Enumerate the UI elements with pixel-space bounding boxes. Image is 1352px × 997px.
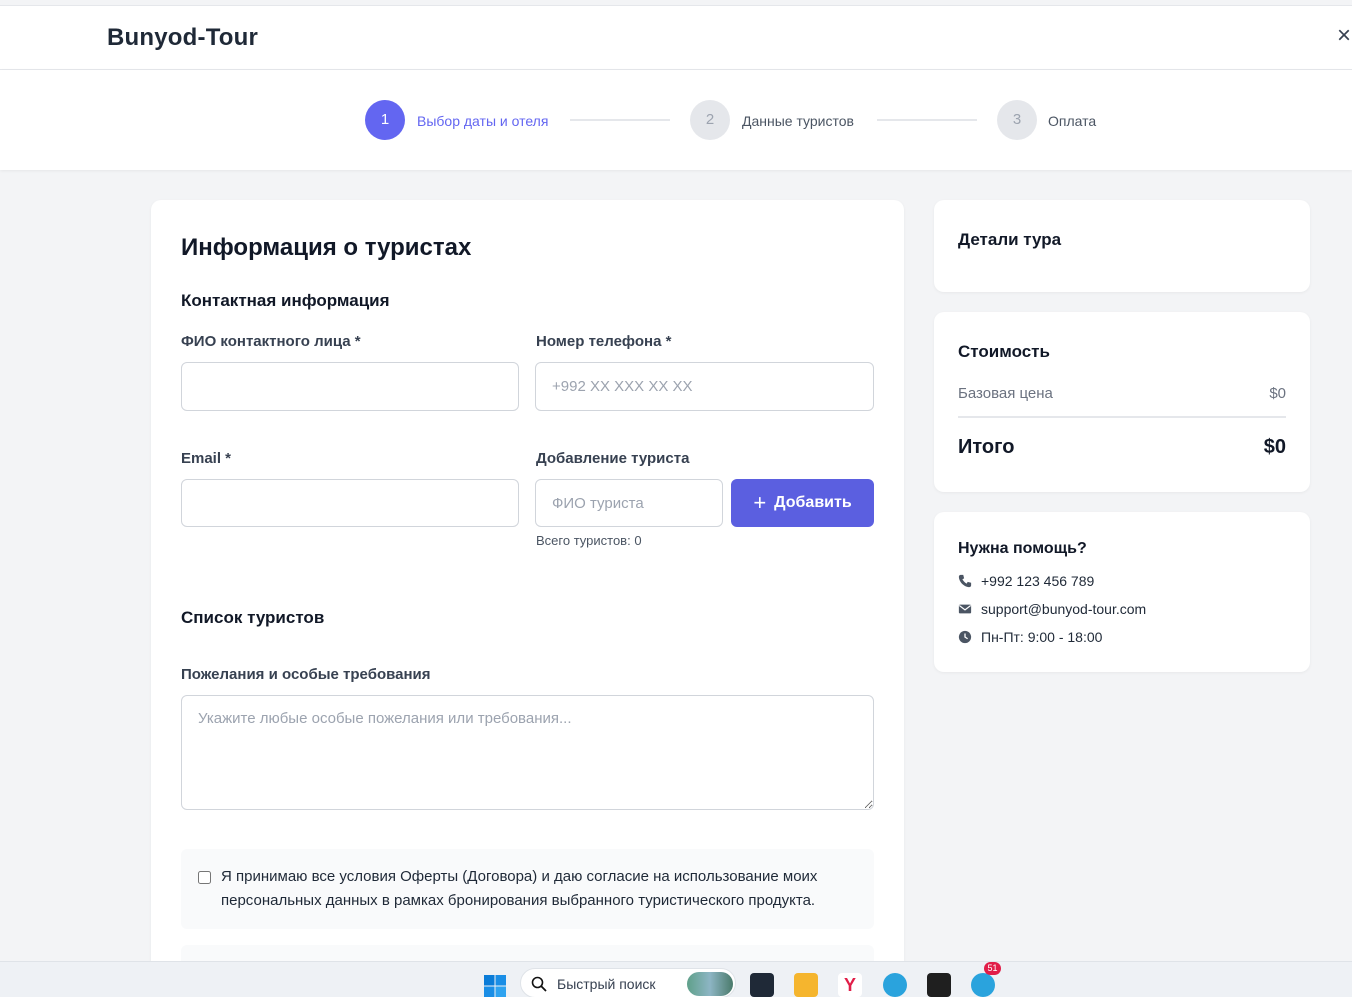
terms-agreement: Я принимаю все условия Оферты (Договора)… xyxy=(181,849,874,929)
add-tourist-label: Добавление туриста xyxy=(536,450,690,467)
base-price-label: Базовая цена xyxy=(958,385,1053,402)
pricing-card: Стоимость Базовая цена $0 Итого $0 xyxy=(934,312,1310,492)
wishes-textarea[interactable] xyxy=(181,695,874,810)
total-price-row: Итого $0 xyxy=(958,436,1286,459)
close-icon[interactable]: × xyxy=(1337,22,1351,50)
help-hours-row: Пн-Пт: 9:00 - 18:00 xyxy=(958,629,1102,645)
search-icon xyxy=(531,976,547,992)
envelope-icon xyxy=(958,604,972,614)
wishes-label: Пожелания и особые требования xyxy=(181,666,431,683)
phone-icon xyxy=(958,574,972,588)
terms-text: Я принимаю все условия Оферты (Договора)… xyxy=(221,868,818,909)
step-3-label: Оплата xyxy=(1048,113,1097,129)
task-view-icon[interactable] xyxy=(750,973,774,997)
help-phone-row[interactable]: +992 123 456 789 xyxy=(958,573,1094,589)
fio-label: ФИО контактного лица * xyxy=(181,333,361,350)
header: Bunyod-Tour × xyxy=(0,6,1352,70)
phone-input[interactable] xyxy=(535,362,874,411)
taskbar-search[interactable]: Быстрый поиск xyxy=(520,968,736,997)
telegram-icon-2[interactable] xyxy=(971,973,995,997)
plus-icon: + xyxy=(753,490,767,515)
os-taskbar: Быстрый поиск Y 51 xyxy=(0,961,1352,997)
tour-details-title: Детали тура xyxy=(958,230,1062,249)
notification-badge: 51 xyxy=(984,962,1001,975)
pricing-title: Стоимость xyxy=(958,342,1050,361)
terms-checkbox[interactable] xyxy=(198,871,211,884)
help-hours: Пн-Пт: 9:00 - 18:00 xyxy=(981,629,1103,645)
booking-stepper: 1 Выбор даты и отеля 2 Данные туристов 3… xyxy=(0,70,1352,170)
file-explorer-icon[interactable] xyxy=(794,973,818,997)
step-connector xyxy=(877,119,977,121)
total-tourists-count: Всего туристов: 0 xyxy=(536,533,642,548)
total-value: $0 xyxy=(1263,436,1286,458)
add-button-label: Добавить xyxy=(774,494,852,511)
step-1-label: Выбор даты и отеля xyxy=(417,113,549,129)
tourist-info-form: Информация о туристах Контактная информа… xyxy=(151,200,904,985)
email-input[interactable] xyxy=(181,479,519,527)
tourist-name-input[interactable] xyxy=(535,479,723,527)
telegram-icon[interactable] xyxy=(883,973,907,997)
yandex-browser-icon[interactable]: Y xyxy=(838,973,862,997)
contact-info-heading: Контактная информация xyxy=(181,291,390,310)
base-price-row: Базовая цена $0 xyxy=(958,385,1286,402)
help-phone: +992 123 456 789 xyxy=(981,573,1095,589)
form-title: Информация о туристах xyxy=(181,234,472,261)
step-1-circle[interactable]: 1 xyxy=(365,100,405,140)
windows-start-icon[interactable] xyxy=(483,974,507,997)
phone-label: Номер телефона * xyxy=(536,333,672,350)
email-label: Email * xyxy=(181,450,232,467)
tour-details-card: Детали тура xyxy=(934,200,1310,292)
search-highlight-image xyxy=(687,972,733,996)
app-icon[interactable] xyxy=(927,973,951,997)
base-price-value: $0 xyxy=(1269,385,1286,402)
brand-logo[interactable]: Bunyod-Tour xyxy=(107,24,258,52)
help-title: Нужна помощь? xyxy=(958,540,1087,557)
step-3-circle[interactable]: 3 xyxy=(997,100,1037,140)
step-2-circle[interactable]: 2 xyxy=(690,100,730,140)
tourists-list-heading: Список туристов xyxy=(181,608,325,627)
total-label: Итого xyxy=(958,436,1015,458)
help-card: Нужна помощь? +992 123 456 789 support@b… xyxy=(934,512,1310,672)
step-connector xyxy=(570,119,670,121)
step-2-label: Данные туристов xyxy=(742,113,854,129)
clock-icon xyxy=(958,630,972,644)
help-email: support@bunyod-tour.com xyxy=(981,601,1147,617)
price-divider xyxy=(958,416,1286,418)
add-tourist-button[interactable]: + Добавить xyxy=(731,479,874,527)
taskbar-search-text: Быстрый поиск xyxy=(557,976,656,992)
help-email-row[interactable]: support@bunyod-tour.com xyxy=(958,601,1146,617)
fio-input[interactable] xyxy=(181,362,519,411)
